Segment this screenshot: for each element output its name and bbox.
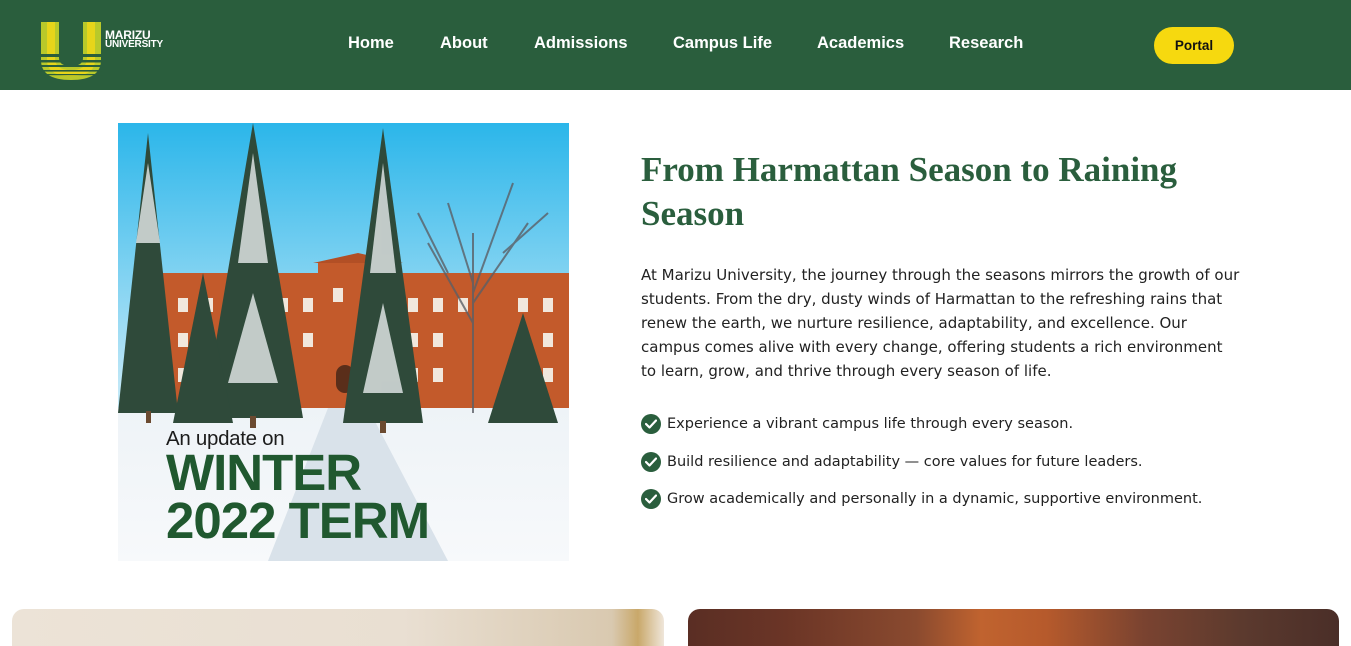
checklist-item: Experience a vibrant campus life through…: [641, 413, 1261, 435]
nav-admissions[interactable]: Admissions: [534, 34, 628, 56]
check-circle-icon: [641, 451, 661, 472]
checklist-text: Grow academically and personally in a dy…: [667, 491, 1203, 507]
nav-campus-life[interactable]: Campus Life: [673, 34, 772, 56]
portal-button[interactable]: Portal: [1154, 27, 1234, 64]
nav-research[interactable]: Research: [949, 34, 1023, 56]
image-caption-line2: 2022 TERM: [166, 492, 430, 549]
feature-checklist: Experience a vibrant campus life through…: [641, 413, 1261, 526]
checklist-text: Experience a vibrant campus life through…: [667, 416, 1074, 432]
checklist-item: Build resilience and adaptability — core…: [641, 451, 1261, 473]
winter-term-image: An update on WINTER 2022 TERM: [118, 123, 569, 561]
news-card-right[interactable]: [688, 609, 1339, 646]
checklist-text: Build resilience and adaptability — core…: [667, 453, 1143, 470]
section-description: At Marizu University, the journey throug…: [641, 266, 1240, 380]
main-nav: Home About Admissions Campus Life Academ…: [0, 0, 1351, 90]
check-circle-icon: [641, 414, 661, 434]
nav-home[interactable]: Home: [348, 34, 394, 56]
check-circle-icon: [641, 489, 661, 509]
checklist-item: Grow academically and personally in a dy…: [641, 488, 1261, 510]
nav-academics[interactable]: Academics: [817, 34, 904, 56]
section-title: From Harmattan Season to Raining Season: [641, 150, 1178, 233]
site-header: MARIZU UNIVERSITY Home About Admissions …: [0, 0, 1351, 90]
nav-about[interactable]: About: [440, 34, 488, 56]
news-card-left[interactable]: [12, 609, 664, 646]
